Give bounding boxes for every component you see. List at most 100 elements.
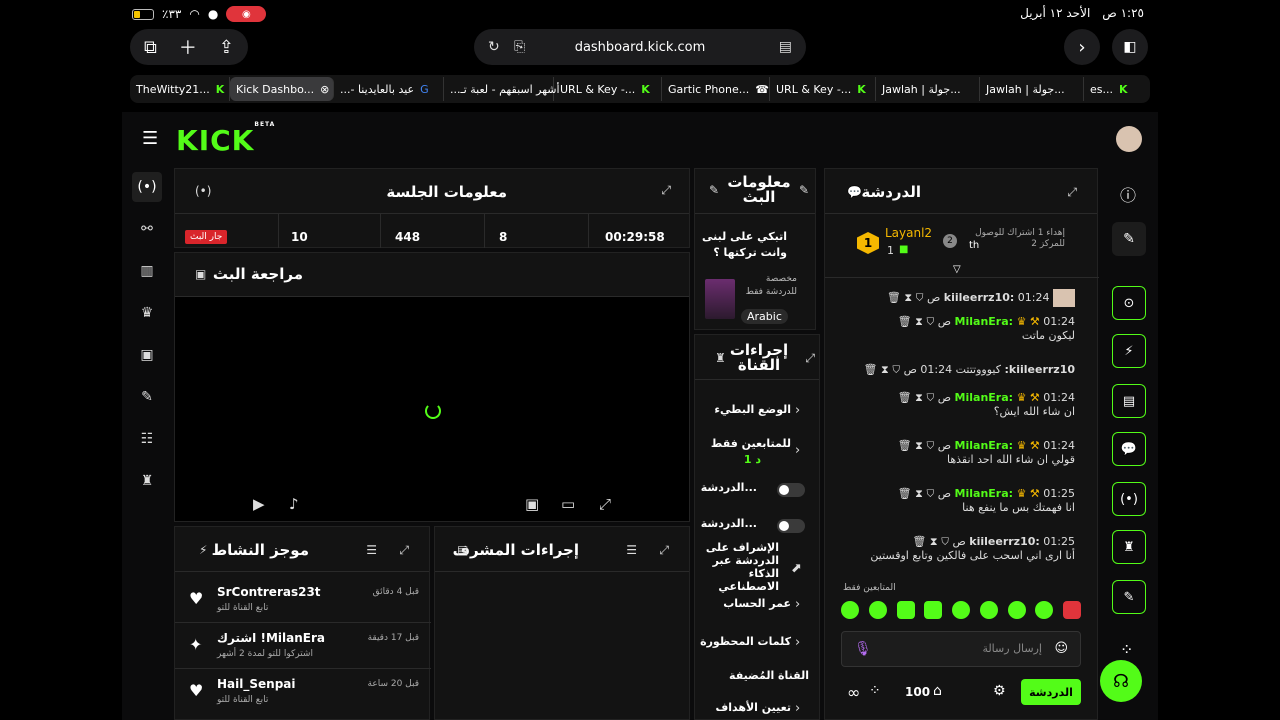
filter-icon[interactable]: ☰	[626, 543, 637, 557]
menu-icon[interactable]: ☰	[142, 128, 158, 149]
document-button[interactable]: ▤	[1112, 384, 1146, 418]
chat-message[interactable]: MilanEra: ♛ ⚒ 01:24 ص ⛉ ⧗ 🗑 ليكون ماتت	[835, 315, 1075, 342]
extension-icon[interactable]: ⎘	[514, 39, 525, 55]
new-tab-icon[interactable]: ＋	[179, 34, 197, 60]
pip-icon[interactable]: ▣	[525, 495, 539, 513]
edit-icon[interactable]: ✎	[709, 183, 719, 197]
chat-button[interactable]: 💬	[1112, 432, 1146, 466]
tab-item-active[interactable]: Kick Dashbo... ⊗	[230, 77, 334, 101]
send-chat-button[interactable]: الدردشة	[1021, 679, 1081, 705]
tab-item[interactable]: عيد بالعايدينا -... G	[334, 77, 444, 101]
dots-icon[interactable]: ⁘	[869, 683, 881, 699]
share-icon[interactable]: ⇪	[219, 37, 234, 58]
toggle-switch[interactable]	[777, 519, 805, 533]
camera-button[interactable]: ⊙	[1112, 286, 1146, 320]
store-icon[interactable]: ⌂	[933, 683, 942, 699]
sidebar-toggle-icon[interactable]: ◧	[1112, 29, 1148, 65]
edit-panel-button[interactable]: ✎	[1112, 222, 1146, 256]
support-button[interactable]: ☊	[1100, 660, 1142, 702]
emote-icon[interactable]	[952, 601, 970, 619]
emote-icon[interactable]	[924, 601, 943, 619]
close-tab-icon[interactable]: ⊗	[320, 83, 329, 96]
chat-message[interactable]: MilanEra: ♛ ⚒ 01:24 ص ⛉ ⧗ 🗑 ان شاء الله ا…	[835, 391, 1075, 418]
action-row[interactable]: الإشراف على الدردشة عبر الذكاء الاصطناعي…	[695, 541, 821, 599]
link-icon[interactable]: ⚯	[132, 214, 162, 244]
tab-item[interactable]: TheWitty21... K	[130, 77, 230, 101]
info-icon[interactable]: ⓘ	[1120, 182, 1136, 206]
emote-icon[interactable]	[1007, 601, 1026, 619]
play-icon[interactable]: ▶	[253, 495, 265, 513]
kick-logo[interactable]: KICKBETA	[176, 121, 275, 157]
action-row[interactable]: الوضع البطيء ›	[695, 403, 821, 423]
emoji-icon[interactable]: ☺	[1054, 641, 1068, 656]
action-row[interactable]: الدردشة...	[695, 515, 821, 535]
chat-message[interactable]: MilanEra: ♛ ⚒ 01:24 ص ⛉ ⧗ 🗑 قولي ان شاء ا…	[835, 439, 1075, 466]
infinity-icon[interactable]: ∞	[847, 683, 860, 702]
recording-indicator[interactable]: ◉	[226, 6, 267, 22]
collapse-icon[interactable]: ▽	[953, 264, 961, 275]
emote-icon[interactable]	[1063, 601, 1081, 619]
list-item[interactable]: ♥ SrContreras23t تابع القناة للتو قبل 4 …	[175, 577, 431, 623]
filter-icon[interactable]: ☰	[366, 543, 377, 557]
theater-icon[interactable]: ▭	[561, 495, 575, 513]
chat-message[interactable]: kiileerrz10: 01:25 ص ⛉ ⧗ 🗑 أنا ارى اني اس…	[835, 535, 1075, 562]
emote-icon[interactable]	[1035, 601, 1054, 619]
action-row[interactable]: تعيين الأهداف ›	[695, 701, 821, 720]
video-icon[interactable]: ▣	[132, 340, 162, 370]
expand-icon[interactable]: ⤢	[399, 543, 409, 558]
live-icon[interactable]: (•)	[132, 172, 162, 202]
expand-icon[interactable]: ⤢	[659, 543, 669, 558]
expand-icon[interactable]: ⤢	[661, 183, 671, 198]
action-row[interactable]: عمر الحساب ›	[695, 597, 821, 617]
top-gifter[interactable]: Layanl2	[885, 226, 932, 240]
reload-icon[interactable]: ↻	[488, 39, 500, 55]
emote-icon[interactable]	[868, 601, 887, 619]
settings-icon[interactable]: ⚙	[993, 683, 1006, 699]
tab-item[interactable]: أشهر اسبقهم - لعبة تـ...	[444, 77, 560, 101]
action-row[interactable]: كلمات المحظورة ›	[695, 635, 821, 655]
chat-message[interactable]: kiileerrz10: 01:24 ص ⛉ ⧗ 🗑	[835, 289, 1075, 307]
chat-message[interactable]: MilanEra: ♛ ⚒ 01:25 ص ⛉ ⧗ 🗑 انا فهمتك بس …	[835, 487, 1075, 514]
dots-icon[interactable]: ⁘	[1120, 640, 1133, 659]
chat-message[interactable]: kiileerrz10: كيوووتتتت 01:24 ص ⛉ ⧗ 🗑	[835, 363, 1075, 377]
users-icon[interactable]: ☷	[132, 424, 162, 454]
wrench-button[interactable]: ✎	[1112, 580, 1146, 614]
toggle-switch[interactable]	[777, 483, 805, 497]
reader-icon[interactable]: ▤	[779, 39, 792, 55]
action-row[interactable]: القناة المُضيفة	[695, 669, 821, 689]
channel-button[interactable]: ♜	[1112, 530, 1146, 564]
tab-item[interactable]: Jawlah | جولة...	[876, 77, 980, 101]
category-label: مخصصة للدردشة فقط	[745, 274, 797, 297]
pencil-icon[interactable]: ✎	[799, 183, 809, 197]
tab-bar: TheWitty21... K Kick Dashbo... ⊗ عيد بالعا…	[130, 75, 1150, 103]
expand-icon[interactable]: ⤢	[1067, 185, 1077, 200]
fullscreen-icon[interactable]: ⤢	[599, 495, 611, 513]
url-text[interactable]: dashboard.kick.com	[575, 40, 706, 55]
volume-icon[interactable]: ♪	[289, 495, 299, 513]
trophy-icon[interactable]: ♛	[132, 298, 162, 328]
emote-icon[interactable]	[896, 601, 915, 619]
creator-icon[interactable]: ♜	[132, 466, 162, 496]
tab-item[interactable]: URL & Key -... K	[554, 77, 662, 101]
url-bar[interactable]: ↻ ⎘ dashboard.kick.com ▤	[474, 29, 806, 65]
analytics-icon[interactable]: ▥	[132, 256, 162, 286]
action-row[interactable]: الدردشة...	[695, 479, 821, 499]
wrench-icon[interactable]: ✎	[132, 382, 162, 412]
tab-item[interactable]: es... K	[1084, 77, 1134, 101]
expand-icon[interactable]: ⤢	[805, 351, 815, 366]
mic-icon[interactable]: 🎙	[854, 641, 872, 657]
user-avatar[interactable]	[1116, 126, 1142, 152]
chat-input[interactable]: 🎙 إرسال رسالة ☺	[841, 631, 1081, 667]
list-item[interactable]: ✦ MilanEra! اشترك اشتركوا للتو لمدة 2 أش…	[175, 623, 431, 669]
tabs-icon[interactable]: ⧉	[144, 37, 157, 58]
emote-icon[interactable]	[841, 601, 859, 619]
live-button[interactable]: (•)	[1112, 482, 1146, 516]
lightning-button[interactable]: ⚡	[1112, 334, 1146, 368]
tab-item[interactable]: URL & Key -... K	[770, 77, 876, 101]
emote-icon[interactable]	[979, 601, 998, 619]
tab-item[interactable]: Gartic Phone... ☎	[662, 77, 770, 101]
tab-item[interactable]: Jawlah | جولة...	[980, 77, 1084, 101]
action-row[interactable]: للمتابعين فقط 1 د ›	[695, 437, 821, 471]
forward-button[interactable]: ›	[1064, 29, 1100, 65]
list-item[interactable]: ♥ Hail_Senpai تابع القناة للتو قبل 20 سا…	[175, 669, 431, 715]
